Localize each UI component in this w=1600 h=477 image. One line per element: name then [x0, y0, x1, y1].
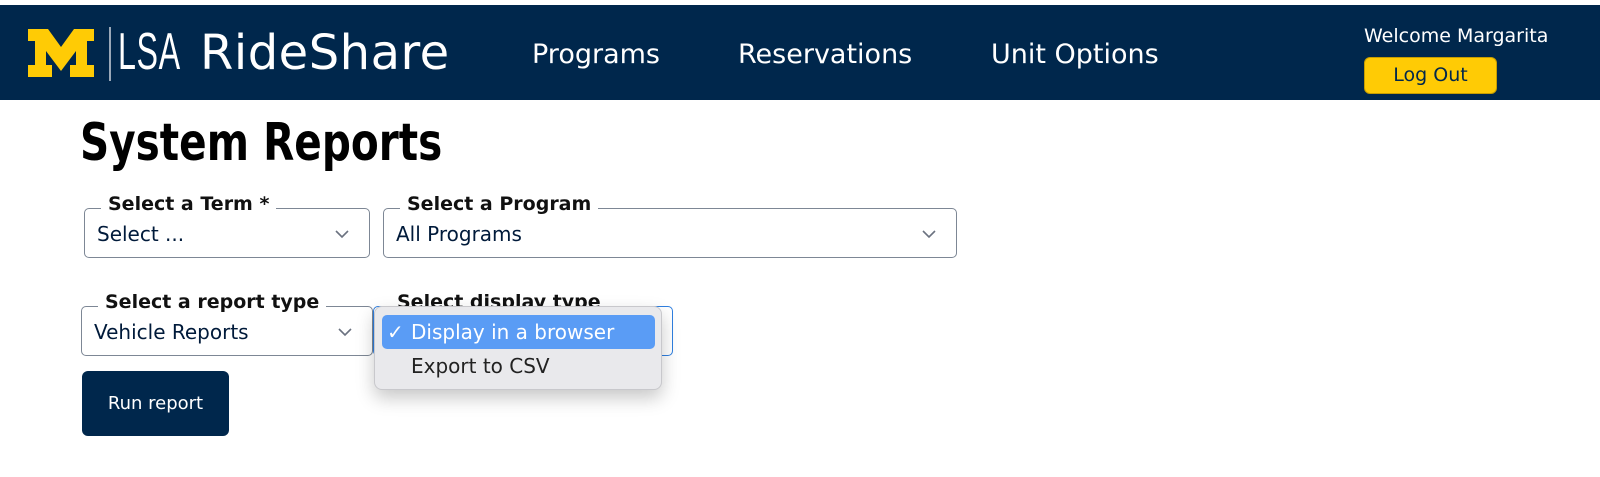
logo-divider — [109, 27, 111, 81]
welcome-text: Welcome Margarita — [1364, 25, 1549, 47]
lsa-wordmark[interactable]: LSA — [118, 19, 181, 85]
report-type-label: Select a report type — [98, 290, 327, 314]
header-bar: LSA RideShare Programs Reservations Unit… — [0, 5, 1600, 100]
program-select[interactable]: Select a Program All Programs — [383, 192, 957, 258]
term-value: Select ... — [97, 222, 185, 246]
chevron-down-icon — [338, 327, 352, 337]
program-value: All Programs — [396, 222, 522, 246]
program-label: Select a Program — [400, 192, 599, 216]
option-label: Display in a browser — [411, 320, 615, 344]
display-type-dropdown: ✓ Display in a browser Export to CSV — [374, 306, 662, 390]
page-title: System Reports — [80, 113, 443, 173]
option-label: Export to CSV — [411, 354, 550, 378]
nav-reservations[interactable]: Reservations — [738, 37, 912, 73]
option-export-csv[interactable]: Export to CSV — [382, 349, 655, 383]
chevron-down-icon — [335, 229, 349, 239]
option-display-in-browser[interactable]: ✓ Display in a browser — [382, 315, 655, 349]
term-select[interactable]: Select a Term * Select ... — [84, 192, 370, 258]
umich-block-m-logo[interactable] — [26, 27, 96, 79]
nav-programs[interactable]: Programs — [532, 37, 660, 73]
report-type-select[interactable]: Select a report type Vehicle Reports — [81, 290, 373, 356]
run-report-button[interactable]: Run report — [82, 371, 229, 436]
term-label: Select a Term * — [101, 192, 277, 216]
nav-unit-options[interactable]: Unit Options — [991, 37, 1159, 73]
app-name[interactable]: RideShare — [200, 23, 450, 83]
checkmark-icon: ✓ — [387, 320, 404, 344]
chevron-down-icon — [922, 229, 936, 239]
report-type-value: Vehicle Reports — [94, 320, 249, 344]
logout-button[interactable]: Log Out — [1364, 57, 1497, 94]
